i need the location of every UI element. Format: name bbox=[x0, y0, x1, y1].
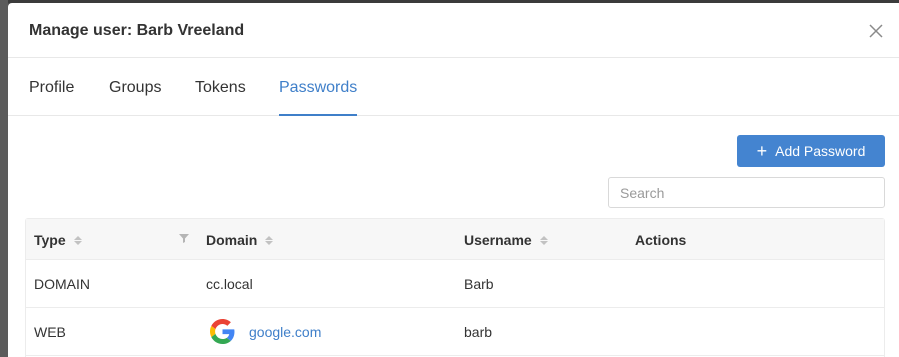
cell-username: barb bbox=[464, 324, 493, 340]
filter-icon[interactable] bbox=[179, 233, 189, 243]
column-header-username[interactable]: Username bbox=[464, 232, 548, 248]
column-label-domain: Domain bbox=[206, 232, 258, 248]
tab-bar: Profile Groups Tokens Passwords bbox=[8, 59, 899, 116]
modal-header: Manage user: Barb Vreeland bbox=[8, 3, 899, 58]
add-password-label: Add Password bbox=[775, 143, 866, 159]
plus-icon: + bbox=[756, 141, 768, 161]
table-row: WEB google.com barb bbox=[26, 308, 884, 356]
sort-icon[interactable] bbox=[73, 235, 82, 245]
column-label-username: Username bbox=[464, 232, 532, 248]
tab-tokens[interactable]: Tokens bbox=[195, 79, 246, 116]
domain-link[interactable]: google.com bbox=[249, 324, 321, 340]
close-button[interactable] bbox=[866, 21, 886, 41]
google-icon bbox=[210, 319, 235, 344]
manage-user-modal: Manage user: Barb Vreeland Profile Group… bbox=[8, 3, 899, 357]
modal-title: Manage user: Barb Vreeland bbox=[29, 22, 245, 39]
column-header-actions: Actions bbox=[635, 232, 686, 248]
cell-domain: cc.local bbox=[206, 276, 253, 292]
table-row: DOMAIN cc.local Barb bbox=[26, 260, 884, 308]
cell-type: DOMAIN bbox=[34, 276, 90, 292]
column-header-domain[interactable]: Domain bbox=[206, 232, 274, 248]
column-header-type[interactable]: Type bbox=[34, 232, 82, 248]
close-icon[interactable] bbox=[866, 21, 886, 41]
search-input[interactable] bbox=[608, 177, 885, 208]
column-label-type: Type bbox=[34, 232, 66, 248]
cell-type: WEB bbox=[34, 324, 66, 340]
sort-icon[interactable] bbox=[539, 235, 548, 245]
backdrop-overlay bbox=[0, 0, 8, 357]
sort-icon[interactable] bbox=[265, 235, 274, 245]
passwords-table: Type Domain Username Actions DOMAIN cc.l… bbox=[25, 218, 885, 357]
column-label-actions: Actions bbox=[635, 232, 687, 248]
add-password-button[interactable]: + Add Password bbox=[737, 135, 885, 167]
table-header: Type Domain Username Actions bbox=[26, 219, 884, 260]
tab-profile[interactable]: Profile bbox=[29, 79, 74, 116]
tab-passwords[interactable]: Passwords bbox=[279, 79, 358, 116]
tab-groups[interactable]: Groups bbox=[109, 79, 161, 116]
cell-username: Barb bbox=[464, 276, 494, 292]
